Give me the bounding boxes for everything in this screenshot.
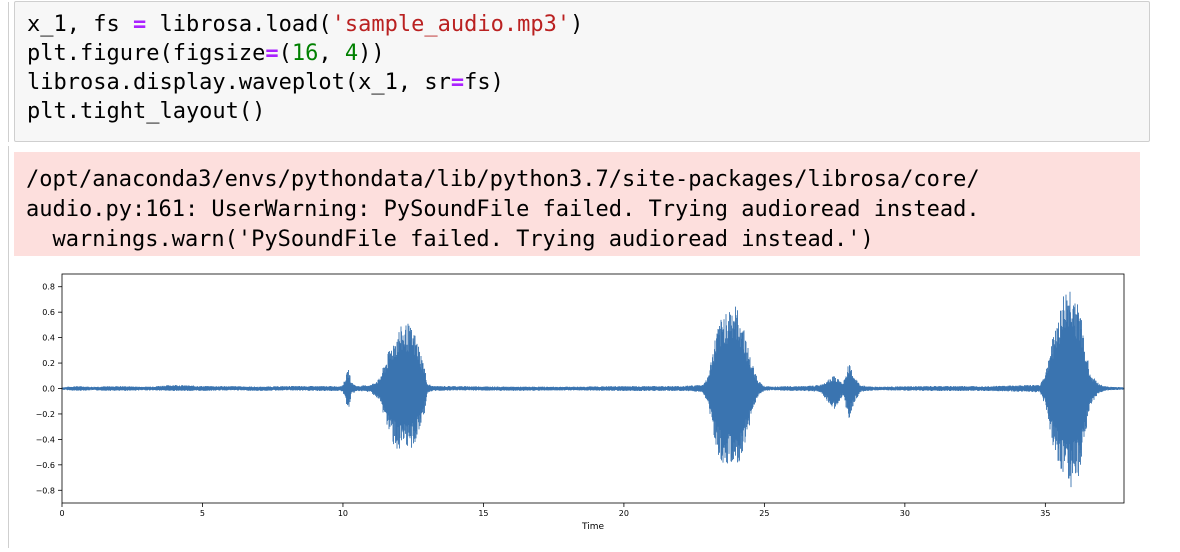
waveform-chart: 0 5 10 15 20 25 30 35 0.8 0.6 0.4 0.2 0.0 −0.2 −0.4 −0.… (36, 273, 1125, 532)
code-line: librosa.display.waveplot(x_1, sr=fs) (27, 68, 1149, 97)
cell-gutter-marker (0, 2, 9, 142)
x-tick-label: 5 (200, 509, 205, 518)
waveform-series (61, 291, 1125, 488)
code-token: = (265, 41, 279, 66)
code-token: ) (570, 12, 584, 37)
x-tick-label: 0 (59, 509, 64, 518)
stderr-line: warnings.warn('PySoundFile failed. Tryin… (26, 227, 874, 252)
x-tick-label: 20 (619, 509, 629, 518)
code-lines: x_1, fs = librosa.load('sample_audio.mp3… (27, 10, 1149, 126)
code-cell-input[interactable]: x_1, fs = librosa.load('sample_audio.mp3… (14, 1, 1150, 142)
code-token: 'sample_audio.mp3' (331, 12, 571, 37)
y-tick-label: 0.8 (42, 283, 55, 292)
code-token: x_1, fs (27, 12, 133, 37)
code-token: = (450, 70, 465, 95)
stderr-line: audio.py:161: UserWarning: PySoundFile f… (26, 197, 980, 222)
waveform-plot: 0 5 10 15 20 25 30 35 0.8 0.6 0.4 0.2 0.0 −0.2 −0.4 −0.… (14, 262, 1140, 544)
y-tick-label: 0.2 (42, 359, 55, 368)
code-token: plt.figure(figsize (27, 41, 266, 66)
y-tick-label: −0.8 (36, 486, 55, 495)
code-line: x_1, fs = librosa.load('sample_audio.mp3… (27, 10, 1149, 39)
y-tick-label: −0.2 (36, 410, 55, 419)
x-tick-label: 35 (1040, 509, 1050, 518)
stderr-output: /opt/anaconda3/envs/pythondata/lib/pytho… (14, 152, 1140, 256)
y-tick-label: 0.4 (42, 334, 55, 343)
code-token: librosa.display.waveplot(x_1, sr (27, 70, 451, 95)
x-tick-label: 30 (900, 509, 910, 518)
code-line: plt.tight_layout() (27, 97, 1149, 126)
code-token: ( (278, 41, 292, 66)
output-gutter-marker (0, 146, 9, 548)
code-token: fs) (464, 70, 504, 95)
code-token: )) (358, 41, 385, 66)
y-tick-label: 0.6 (42, 308, 55, 317)
code-token: plt.tight_layout() (27, 99, 266, 124)
x-tick-label: 15 (478, 509, 488, 518)
stderr-line: /opt/anaconda3/envs/pythondata/lib/pytho… (26, 167, 980, 192)
code-line: plt.figure(figsize=(16, 4)) (27, 39, 1149, 68)
code-token: 16 (291, 41, 319, 66)
code-token: librosa.load( (146, 12, 332, 37)
code-token: 4 (344, 41, 359, 66)
x-tick-label: 10 (338, 509, 348, 518)
code-token: , (318, 41, 345, 66)
y-tick-label: 0.0 (42, 385, 55, 394)
code-token: = (132, 12, 147, 37)
x-tick-label: 25 (759, 509, 769, 518)
x-axis-label: Time (581, 522, 604, 532)
y-tick-label: −0.6 (36, 461, 55, 470)
y-tick-label: −0.4 (36, 435, 55, 444)
